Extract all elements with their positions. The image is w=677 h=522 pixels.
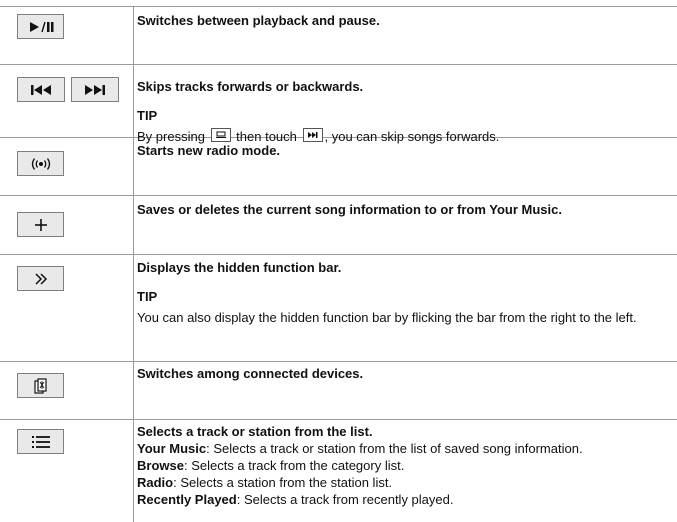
row-title: Switches between playback and pause.: [137, 13, 380, 28]
row-radio: Starts new radio mode.: [137, 142, 671, 159]
item-term: Radio: [137, 475, 174, 490]
radio-broadcast-icon: [29, 157, 53, 171]
skip-back-button[interactable]: [17, 77, 65, 102]
list-item: Recently Played: Selects a track from re…: [137, 491, 671, 508]
plus-icon: [34, 218, 48, 232]
row-track-list: Selects a track or station from the list…: [137, 423, 671, 508]
item-term: Recently Played: [137, 492, 237, 507]
row-title: Starts new radio mode.: [137, 143, 281, 158]
play-pause-icon: [28, 21, 54, 33]
row-skip: Skips tracks forwards or backwards. TIP …: [137, 78, 671, 145]
row-function-bar: Displays the hidden function bar. TIP Yo…: [137, 259, 671, 326]
row-divider: [0, 64, 677, 65]
skip-forward-small-icon: [302, 128, 323, 142]
item-desc: : Selects a track from the category list…: [183, 458, 405, 473]
list-icon: [31, 435, 51, 449]
device-switch-button[interactable]: [17, 373, 64, 398]
item-desc: : Selects a track from recently played.: [236, 492, 454, 507]
column-divider: [133, 6, 134, 522]
row-divider: [0, 195, 677, 196]
radio-mode-button[interactable]: [17, 151, 64, 176]
list-button[interactable]: [17, 429, 64, 454]
tip-heading: TIP: [137, 289, 158, 304]
skip-forward-icon: [83, 84, 107, 96]
list-item: Your Music: Selects a track or station f…: [137, 440, 671, 457]
device-switch-icon: [33, 377, 48, 394]
tip-text: You can also display the hidden function…: [137, 310, 637, 325]
item-desc: : Selects a track or station from the li…: [206, 441, 583, 456]
row-divider: [0, 361, 677, 362]
add-to-music-button[interactable]: [17, 212, 64, 237]
row-title: Switches among connected devices.: [137, 366, 364, 381]
home-key-icon: [210, 128, 231, 142]
table-top-border: [0, 6, 677, 7]
row-divider: [0, 419, 677, 420]
row-playback: Switches between playback and pause.: [137, 12, 671, 29]
double-chevron-right-icon: [33, 272, 49, 285]
function-bar-button[interactable]: [17, 266, 64, 291]
skip-forward-button[interactable]: [71, 77, 119, 102]
item-desc: : Selects a station from the station lis…: [173, 475, 393, 490]
row-device-switch: Switches among connected devices.: [137, 365, 671, 382]
row-title: Skips tracks forwards or backwards.: [137, 79, 364, 94]
play-pause-button[interactable]: [17, 14, 64, 39]
tip-heading: TIP: [137, 108, 158, 123]
row-title: Displays the hidden function bar.: [137, 260, 342, 275]
row-title: Saves or deletes the current song inform…: [137, 202, 562, 217]
row-divider: [0, 254, 677, 255]
item-term: Browse: [137, 458, 184, 473]
row-title: Selects a track or station from the list…: [137, 424, 373, 439]
list-item: Radio: Selects a station from the statio…: [137, 474, 671, 491]
skip-back-icon: [29, 84, 53, 96]
list-item: Browse: Selects a track from the categor…: [137, 457, 671, 474]
item-term: Your Music: [137, 441, 207, 456]
row-save-song: Saves or deletes the current song inform…: [137, 201, 671, 218]
